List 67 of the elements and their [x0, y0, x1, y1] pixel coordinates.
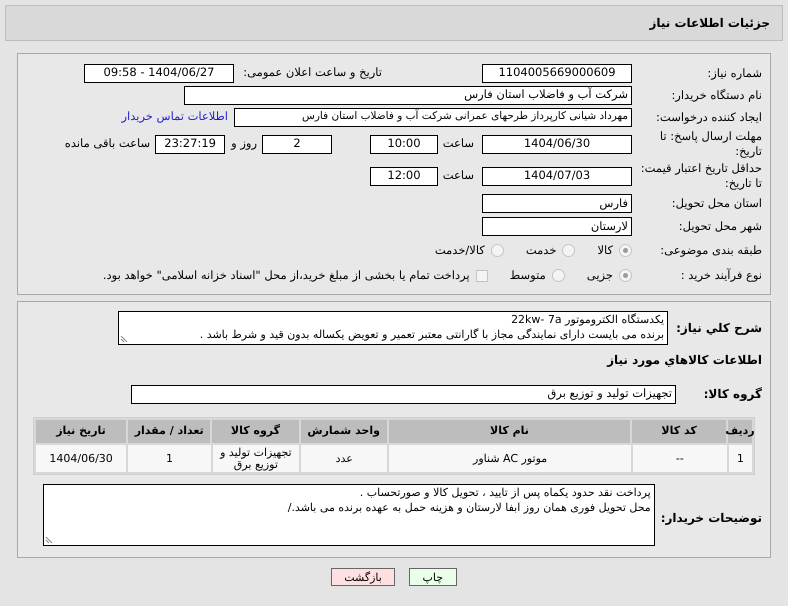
- radio-button[interactable]: [562, 244, 576, 257]
- resize-grip-icon[interactable]: [120, 335, 128, 343]
- radio-label: خدمت: [526, 242, 556, 259]
- text-field[interactable]: مهرداد شیانی کارپرداز طرحهای عمرانی شرکت آب و فاضلاب استان فارس: [234, 108, 632, 126]
- table-cell: 1: [128, 445, 211, 472]
- radio-label: کالا/خدمت: [434, 242, 485, 259]
- radio-button[interactable]: [552, 269, 565, 282]
- print-button[interactable]: چاپ: [408, 568, 457, 586]
- text-field[interactable]: 1404/06/27 - 09:58: [84, 64, 234, 82]
- page-title: جزئیات اطلاعات نیاز: [649, 15, 770, 32]
- contact-link[interactable]: اطلاعات تماس خریدار: [121, 108, 228, 126]
- column-header: نام کالا: [388, 420, 630, 443]
- field-label: استان محل تحویل:: [670, 196, 763, 211]
- field-label: مهلت ارسال پاسخ: تا تاریخ:: [658, 129, 763, 159]
- column-header: تاریخ نیاز: [36, 420, 126, 443]
- checkbox[interactable]: [476, 270, 488, 282]
- field-label: شرح کلي نياز:: [676, 320, 762, 337]
- field-label: شماره نیاز:: [706, 66, 763, 80]
- radio-label: متوسط: [510, 266, 546, 284]
- section-heading: اطلاعات کالاهاي مورد نياز: [606, 352, 763, 369]
- table-cell: --: [632, 445, 727, 472]
- field-label: طبقه بندی موضوعی:: [659, 243, 763, 258]
- table-cell: تجهیزات تولید و توزیع برق: [212, 445, 300, 472]
- radio-button[interactable]: [619, 269, 632, 282]
- text-field[interactable]: 12:00: [370, 166, 438, 186]
- back-button[interactable]: بازگشت: [331, 568, 395, 586]
- description-text: یکدستگاه الکتروموتور 22kw- 7a برنده می بایست دارای نمایندگی مجاز با گارانتی معتبر تعمیر و تعویض یکساله بدون قید و شرط باشد .: [198, 312, 664, 342]
- field-label: حداقل تاریخ اعتبار قیمت: تا تاریخ:: [640, 161, 763, 191]
- radio-button[interactable]: [490, 244, 504, 257]
- text-field[interactable]: 1404/07/03: [482, 166, 632, 186]
- text-field[interactable]: 10:00: [370, 134, 438, 154]
- radio-label: کالا: [597, 242, 613, 259]
- table-cell: موتور AC شناور: [389, 445, 631, 472]
- text-field[interactable]: 23:27:19: [155, 134, 226, 154]
- field-label: روز و: [231, 135, 257, 152]
- text-field[interactable]: 1104005669000609: [482, 64, 632, 82]
- field-label: توضیحات خریدار:: [660, 510, 762, 527]
- radio-button[interactable]: [619, 244, 632, 257]
- field-label: ساعت باقی مانده: [64, 135, 150, 152]
- table-cell: عدد: [301, 445, 388, 472]
- text-field[interactable]: لارستان: [482, 217, 632, 236]
- field-label: ایجاد کننده درخواست:: [655, 110, 763, 124]
- field-label: نوع فرآیند خرید :: [680, 268, 763, 283]
- column-header: تعداد / مقدار: [128, 420, 210, 443]
- resize-grip-icon[interactable]: [44, 536, 53, 544]
- field-label: نام دستگاه خریدار:: [670, 88, 763, 102]
- column-header: کد کالا: [632, 420, 726, 443]
- field-label: تاریخ و ساعت اعلان عمومی:: [242, 64, 382, 82]
- column-header: واحد شمارش: [300, 420, 387, 443]
- text-field[interactable]: 1404/06/30: [482, 134, 632, 154]
- text-area[interactable]: یکدستگاه الکتروموتور 22kw- 7a برنده می بایست دارای نمایندگی مجاز با گارانتی معتبر تعمیر و تعویض یکساله بدون قید و شرط باشد .: [118, 311, 668, 345]
- table-cell: 1: [728, 445, 752, 472]
- text-field[interactable]: فارس: [482, 194, 632, 213]
- text-field[interactable]: 2: [262, 134, 332, 154]
- field-label: گروه کالا:: [702, 386, 763, 403]
- field-label: شهر محل تحویل:: [678, 219, 763, 234]
- text-field[interactable]: شرکت آب و فاضلاب استان فارس: [184, 86, 632, 104]
- column-header: ردیف: [728, 420, 752, 443]
- table-cell: 1404/06/30: [36, 445, 126, 472]
- field-label: ساعت: [442, 167, 474, 184]
- notes-text: پرداخت نقد حدود یکماه پس از تایید ، تحویل کالا و صورتحساب . محل تحویل فوری همان روز ابفا لارستان و هزینه حمل به عهده برنده می باشد./: [286, 485, 651, 515]
- text-field[interactable]: تجهیزات تولید و توزیع برق: [131, 384, 676, 404]
- field-label: ساعت: [442, 135, 474, 152]
- text-area[interactable]: پرداخت نقد حدود یکماه پس از تایید ، تحویل کالا و صورتحساب . محل تحویل فوری همان روز ابفا لارستان و هزینه حمل به عهده برنده می باشد./: [42, 484, 655, 546]
- radio-label: جزیی: [586, 266, 613, 284]
- checkbox-label: پرداخت تمام یا بخشی از مبلغ خرید،از محل "اسناد خزانه اسلامی" خواهد بود.: [102, 266, 470, 284]
- column-header: گروه کالا: [212, 420, 299, 443]
